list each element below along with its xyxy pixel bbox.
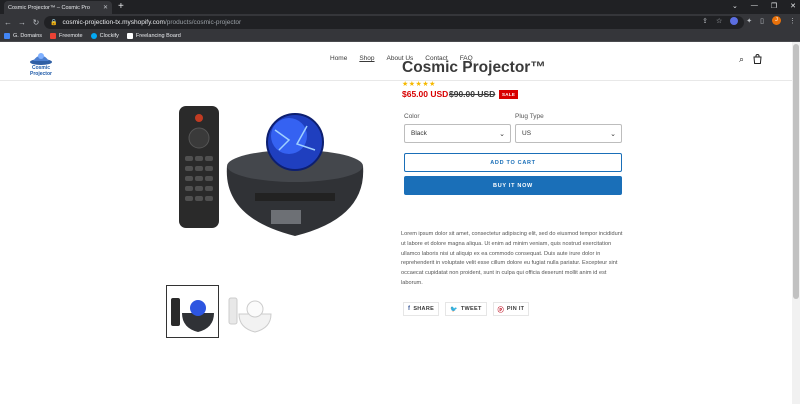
extensions-bar: ⇪ ☆ ✦ ▯ J ⋮ [702, 16, 796, 25]
cart-icon[interactable] [753, 54, 762, 66]
share-pinterest-button[interactable]: ⓟ PIN IT [492, 302, 530, 316]
minimize-icon[interactable]: — [751, 2, 758, 10]
extensions-puzzle-icon[interactable]: ✦ [746, 17, 752, 25]
lock-icon[interactable]: 🔒 [50, 19, 57, 26]
share-buttons: f SHARE 🐦 TWEET ⓟ PIN IT [403, 302, 530, 316]
bookmark-item[interactable]: Freelancing Board [126, 33, 181, 39]
clockify-icon [90, 33, 97, 39]
chevron-down-icon: ⌄ [499, 131, 505, 138]
bookmark-label: Clockify [99, 33, 119, 39]
chevron-down-icon[interactable]: ⌄ [732, 2, 738, 10]
browser-toolbar: ← → ↻ 🔒 cosmic-projection-tx.myshopify.c… [0, 14, 800, 31]
window-controls: ⌄ — ❐ ✕ [732, 2, 796, 10]
profile-avatar[interactable]: J [772, 16, 781, 25]
store-logo[interactable]: Cosmic Projector [22, 48, 60, 77]
logo-text: Cosmic Projector [30, 65, 52, 77]
share-twitter-button[interactable]: 🐦 TWEET [445, 302, 487, 316]
color-value: Black [411, 130, 427, 137]
plug-type-select[interactable]: US ⌄ [515, 124, 622, 143]
reload-icon[interactable]: ↻ [30, 18, 42, 27]
extension-icon[interactable] [730, 16, 739, 25]
bookmark-label: G. Domains [13, 33, 43, 39]
search-icon[interactable]: ⌕ [739, 54, 744, 66]
product-thumbnail-2[interactable] [225, 288, 275, 336]
url-host: cosmic-projection-tx.myshopify.com [62, 19, 165, 26]
plug-type-label: Plug Type [515, 113, 544, 120]
browser-tab-bar: Cosmic Projector™ – Cosmic Pro ✕ + ⌄ — ❐… [0, 0, 800, 14]
browser-tab[interactable]: Cosmic Projector™ – Cosmic Pro ✕ [4, 1, 112, 14]
menu-kebab-icon[interactable]: ⋮ [789, 17, 796, 25]
bookmark-item[interactable]: G. Domains [4, 33, 42, 39]
tweet-label: TWEET [460, 306, 482, 312]
product-title: Cosmic Projector™ [402, 59, 546, 76]
forward-icon[interactable]: → [16, 18, 28, 27]
header-icons: ⌕ [739, 54, 762, 66]
compare-price: $90.00 USD [449, 89, 496, 99]
restore-icon[interactable]: ❐ [771, 2, 777, 10]
pinterest-icon: ⓟ [497, 307, 504, 314]
logo-icon [30, 53, 52, 65]
twitter-icon: 🐦 [450, 306, 458, 313]
tab-title: Cosmic Projector™ – Cosmic Pro [8, 4, 90, 11]
facebook-icon: f [408, 306, 411, 312]
header-divider [0, 80, 792, 81]
sale-price: $65.00 USD [402, 89, 449, 99]
share-label: SHARE [413, 306, 435, 312]
pin-label: PIN IT [506, 306, 525, 312]
bookmarks-bar: G. Domains Freemote Clockify Freelancing… [0, 31, 800, 42]
close-window-icon[interactable]: ✕ [790, 2, 796, 10]
google-domains-icon [4, 33, 10, 39]
store-page: Cosmic Projector Home Shop About Us Cont… [0, 42, 792, 404]
share-facebook-button[interactable]: f SHARE [403, 302, 440, 316]
address-bar[interactable]: 🔒 cosmic-projection-tx.myshopify.com/pro… [44, 16, 744, 29]
freemote-icon [50, 33, 57, 39]
plug-type-value: US [522, 130, 532, 137]
add-to-cart-button[interactable]: ADD TO CART [404, 153, 622, 172]
product-thumbnail-1[interactable] [166, 285, 219, 338]
freelancing-board-icon [126, 33, 133, 39]
buy-it-now-button[interactable]: BUY IT NOW [404, 176, 622, 195]
back-icon[interactable]: ← [2, 18, 14, 27]
bookmark-item[interactable]: Clockify [90, 33, 119, 39]
new-tab-icon[interactable]: + [118, 2, 124, 12]
color-select[interactable]: Black ⌄ [404, 124, 511, 143]
sale-badge: SALE [499, 90, 519, 99]
bookmark-label: Freelancing Board [135, 33, 181, 39]
rating-stars: ★★★★★ [402, 81, 436, 88]
bookmark-star-icon[interactable]: ☆ [716, 17, 722, 25]
url-path: /products/cosmic-projector [164, 19, 242, 26]
product-description: Lorem ipsum dolor sit amet, consectetur … [401, 231, 623, 286]
share-page-icon[interactable]: ⇪ [702, 17, 708, 25]
chevron-down-icon: ⌄ [610, 131, 616, 138]
scrollbar-thumb[interactable] [793, 44, 799, 299]
color-label: Color [404, 113, 420, 120]
bookmark-label: Freemote [59, 33, 83, 39]
product-main-image[interactable] [167, 58, 389, 254]
bookmark-item[interactable]: Freemote [50, 33, 83, 39]
close-tab-icon[interactable]: ✕ [103, 4, 108, 11]
sidebar-icon[interactable]: ▯ [760, 17, 764, 25]
